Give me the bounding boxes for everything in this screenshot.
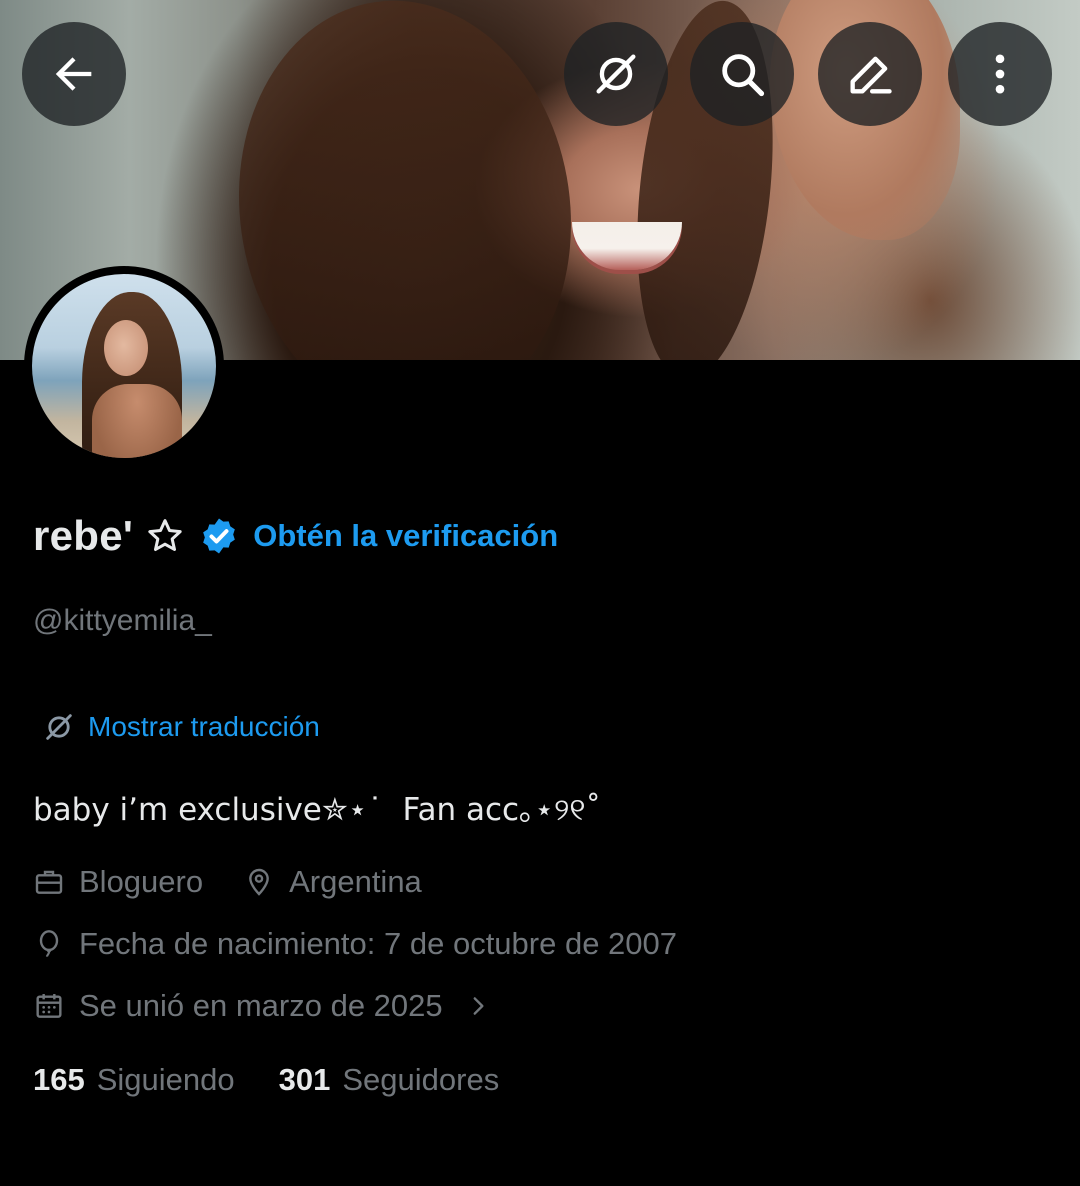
display-name: rebe' [33, 512, 134, 559]
profile-bio: baby i’m exclusive✮⋆˙ Fan acc｡⋆୨୧˚ [33, 792, 602, 828]
search-button[interactable] [690, 22, 794, 126]
profile-meta-birthdate: Fecha de nacimiento: 7 de octubre de 200… [33, 926, 677, 962]
avatar-face-shape [104, 320, 148, 376]
following-label: Siguiendo [96, 1062, 235, 1097]
avatar-image [32, 274, 216, 458]
show-translation-label: Mostrar traducción [88, 711, 320, 742]
edit-profile-button[interactable] [818, 22, 922, 126]
avatar-body-shape [92, 384, 182, 458]
followers-link[interactable]: 301 Seguidores [279, 1062, 500, 1098]
following-link[interactable]: 165 Siguiendo [33, 1062, 235, 1098]
followers-label: Seguidores [342, 1062, 500, 1097]
profile-handle: @kittyemilia_ [33, 604, 212, 637]
translate-button[interactable] [564, 22, 668, 126]
followers-count: 301 [278, 1062, 331, 1097]
profile-birthdate: Fecha de nacimiento: 7 de octubre de 200… [79, 926, 678, 961]
chevron-right-icon [465, 993, 491, 1019]
star-outline-icon [145, 516, 185, 556]
search-icon [722, 54, 765, 97]
profile-follow-stats: 165 Siguiendo 301 Seguidores [33, 1062, 499, 1098]
banner-hair-shape [212, 0, 598, 360]
following-count: 165 [33, 1062, 85, 1097]
profile-page: rebe' Obtén la verificación @kittyemilia… [0, 0, 1080, 1186]
back-button[interactable] [22, 22, 126, 126]
profile-location: Argentina [289, 864, 422, 899]
profile-work: Bloguero [79, 864, 204, 899]
edit-pencil-icon [850, 56, 892, 94]
briefcase-icon [35, 870, 63, 894]
profile-meta-joined[interactable]: Se unió en marzo de 2025 [33, 988, 491, 1024]
more-options-button[interactable] [948, 22, 1052, 126]
profile-joined-date: Se unió en marzo de 2025 [79, 988, 443, 1023]
translate-icon [596, 54, 636, 94]
calendar-icon [36, 994, 62, 1018]
show-translation-link[interactable]: Mostrar traducción [42, 710, 320, 744]
more-vertical-icon [995, 54, 1005, 94]
verified-badge-icon[interactable] [199, 516, 239, 556]
location-pin-icon [249, 868, 269, 896]
translate-icon [46, 714, 72, 740]
profile-meta-work-location: Bloguero Argentina [33, 864, 422, 900]
arrow-left-icon [55, 57, 92, 91]
avatar[interactable] [24, 266, 224, 466]
get-verified-link[interactable]: Obtén la verificación [253, 518, 558, 554]
balloon-icon [39, 930, 59, 957]
profile-name-row: rebe' Obtén la verificación [33, 508, 558, 564]
